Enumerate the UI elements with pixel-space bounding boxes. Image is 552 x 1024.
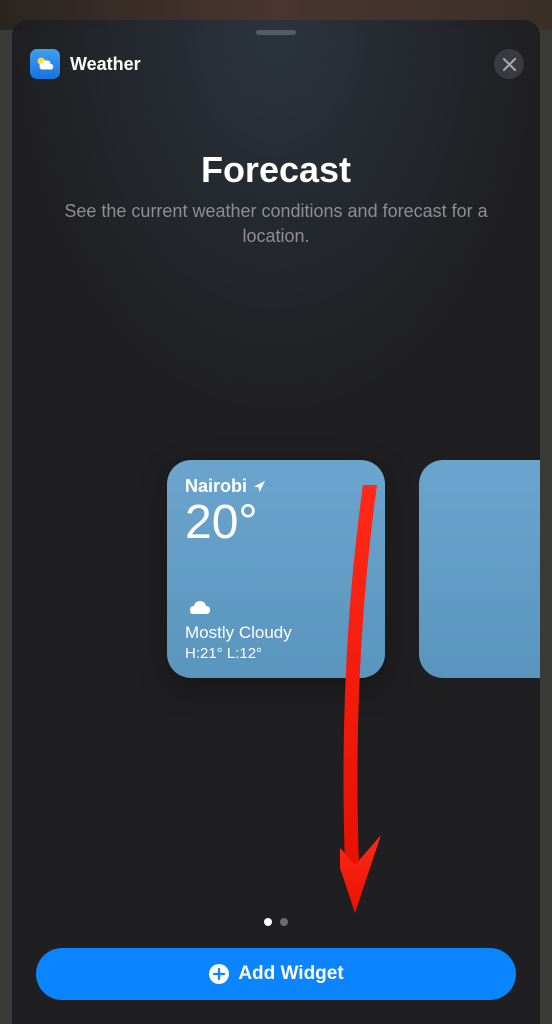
page-subtitle: See the current weather conditions and f… xyxy=(32,199,520,249)
content-area: Forecast See the current weather conditi… xyxy=(12,93,540,249)
page-indicator[interactable] xyxy=(12,918,540,926)
weather-app-icon xyxy=(30,49,60,79)
widget-bottom: Mostly Cloudy H:21° L:12° xyxy=(185,596,292,662)
next-widget-peek[interactable] xyxy=(419,460,540,678)
close-icon xyxy=(503,58,516,71)
add-widget-button[interactable]: Add Widget xyxy=(36,948,516,1000)
widget-location: Nairobi xyxy=(185,476,247,497)
app-title: Weather xyxy=(70,54,141,75)
widget-location-row: Nairobi xyxy=(185,476,367,497)
sheet-header: Weather xyxy=(12,35,540,93)
plus-circle-icon xyxy=(208,963,230,985)
page-dot-1[interactable] xyxy=(264,918,272,926)
page-dot-2[interactable] xyxy=(280,918,288,926)
widget-high-low: H:21° L:12° xyxy=(185,645,292,662)
location-arrow-icon xyxy=(253,480,266,493)
widget-preview-area[interactable]: Nairobi 20° Mostly Cloudy H:21° L:12° xyxy=(12,460,540,678)
page-title: Forecast xyxy=(32,149,520,191)
cloud-icon xyxy=(185,596,292,621)
widget-sheet: Weather Forecast See the current weather… xyxy=(12,20,540,1024)
widget-condition: Mostly Cloudy xyxy=(185,623,292,643)
close-button[interactable] xyxy=(494,49,524,79)
weather-widget-small[interactable]: Nairobi 20° Mostly Cloudy H:21° L:12° xyxy=(167,460,385,678)
add-widget-label: Add Widget xyxy=(238,963,343,985)
widget-temperature: 20° xyxy=(185,499,367,547)
